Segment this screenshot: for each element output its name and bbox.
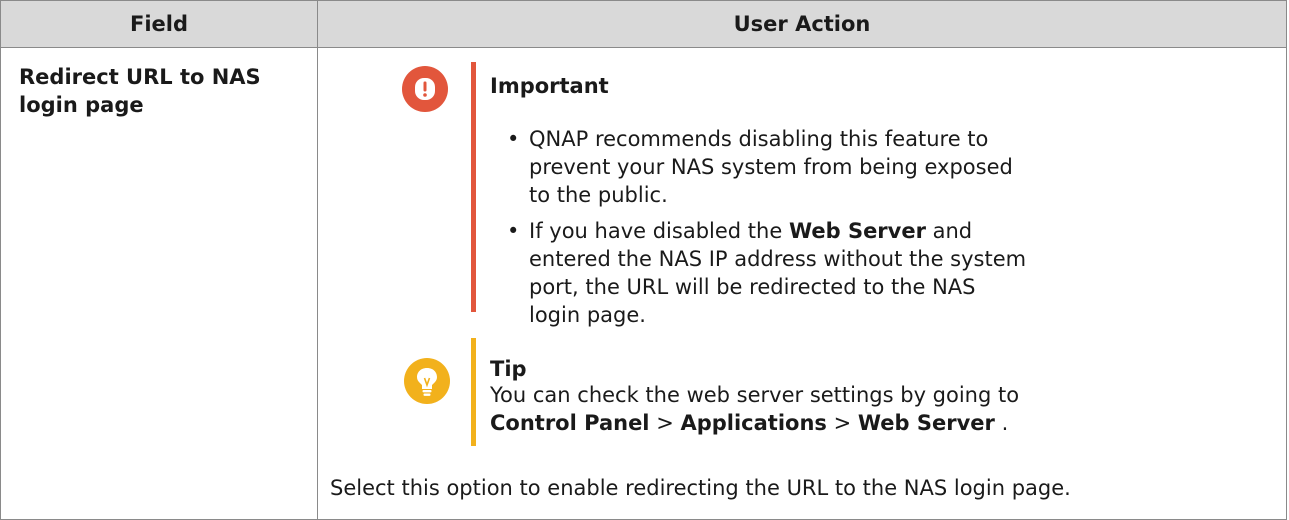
column-header-field: Field [129, 12, 189, 36]
path-control-panel: Control Panel [490, 411, 650, 435]
column-header-user-action: User Action [733, 12, 871, 36]
column-divider [317, 1, 318, 519]
tip-text: You can check the web server settings by… [490, 383, 1020, 407]
list-item: • If you have disabled the Web Server an… [507, 217, 1027, 329]
path-applications: Applications [680, 411, 827, 435]
tip-body: You can check the web server settings by… [490, 381, 1250, 437]
lightbulb-icon [404, 358, 450, 404]
table-header-row: Field User Action [1, 1, 1286, 48]
important-accent-bar [471, 62, 476, 312]
list-item-text: If you have disabled the Web Server and … [529, 217, 1027, 329]
option-description: Select this option to enable redirecting… [330, 476, 1071, 500]
bullet-glyph: • [507, 127, 520, 151]
important-title: Important [490, 74, 609, 98]
path-trailing: . [994, 411, 1009, 435]
list-item-text: QNAP recommends disabling this feature t… [529, 127, 1013, 207]
bullet-glyph: • [507, 219, 520, 243]
path-separator: > [649, 411, 681, 435]
exclamation-circle-icon [402, 66, 448, 112]
path-separator: > [826, 411, 858, 435]
list-item: • QNAP recommends disabling this feature… [507, 125, 1027, 209]
field-name-cell: Redirect URL to NAS login page [19, 65, 261, 117]
path-web-server: Web Server [857, 411, 995, 435]
tip-title: Tip [490, 357, 527, 381]
web-server-emphasis: Web Server [788, 219, 926, 243]
settings-table: Field User Action Redirect URL to NAS lo… [0, 0, 1287, 520]
list-item-text-start: If you have disabled the [529, 219, 789, 243]
tip-accent-bar [471, 338, 476, 446]
